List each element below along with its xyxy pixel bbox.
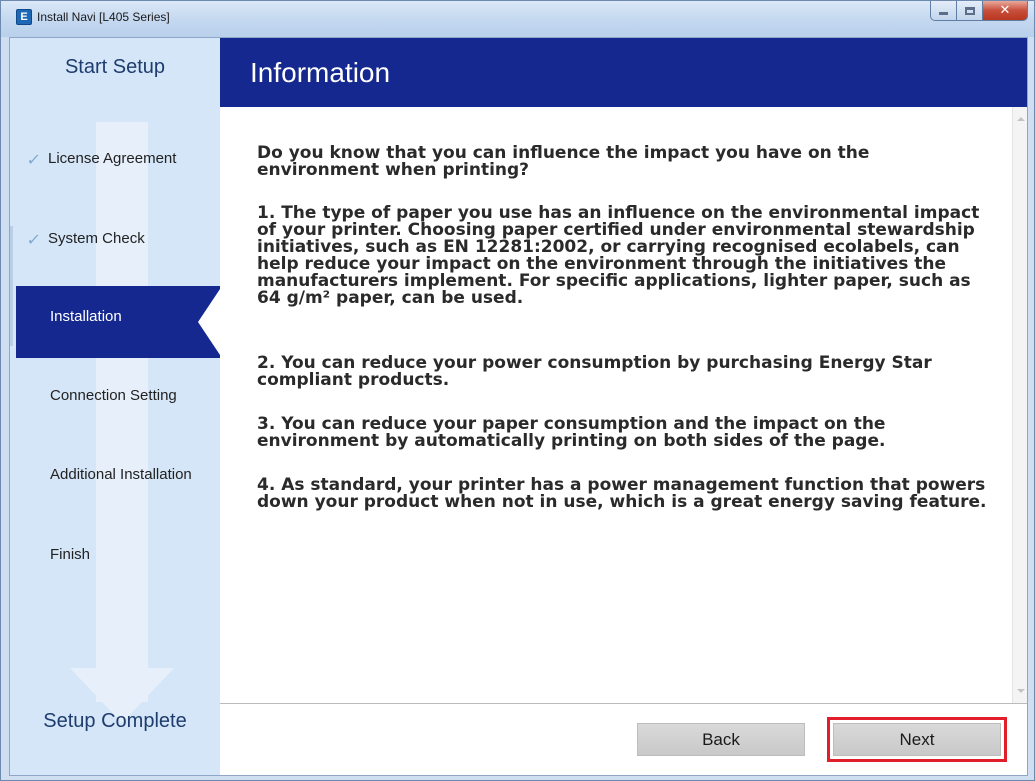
client-area: Start Setup ✓ License Agreement ✓ System… — [9, 37, 1028, 776]
button-bar: Back Next — [220, 703, 1027, 775]
step-installation: Installation — [50, 308, 122, 325]
title-bar[interactable]: E Install Navi [L405 Series] ✕ — [1, 1, 1034, 37]
check-icon: ✓ — [25, 230, 42, 249]
step-license-agreement: License Agreement — [48, 150, 177, 167]
info-paragraph-4: 4. As standard, your printer has a power… — [257, 475, 987, 512]
progress-arrow-icon — [96, 122, 148, 702]
steps-sidebar: Start Setup ✓ License Agreement ✓ System… — [10, 38, 222, 775]
window-controls: ✕ — [930, 1, 1028, 22]
setup-complete-label: Setup Complete — [43, 710, 187, 732]
scroll-up-arrow-icon[interactable] — [1017, 117, 1025, 121]
info-paragraph-1: 1. The type of paper you use has an infl… — [257, 203, 980, 308]
page-header: Information — [220, 38, 1027, 107]
minimize-button[interactable] — [930, 1, 957, 21]
minimize-icon — [939, 12, 948, 15]
close-icon: ✕ — [999, 3, 1011, 18]
vertical-scrollbar[interactable] — [1012, 107, 1027, 703]
page-title: Information — [250, 57, 391, 88]
window-title: Install Navi [L405 Series] — [37, 10, 170, 24]
close-button[interactable]: ✕ — [983, 1, 1028, 21]
maximize-icon — [964, 6, 975, 15]
scroll-down-arrow-icon[interactable] — [1017, 689, 1025, 693]
back-button[interactable]: Back — [637, 723, 805, 756]
maximize-button[interactable] — [957, 1, 983, 21]
intro-paragraph: Do you know that you can influence the i… — [257, 143, 870, 180]
step-system-check: System Check — [48, 230, 145, 247]
information-panel[interactable]: Do you know that you can influence the i… — [220, 107, 1027, 703]
active-step-pointer-icon — [198, 286, 222, 358]
info-paragraph-3: 3. You can reduce your paper consumption… — [257, 414, 886, 451]
step-connection-setting: Connection Setting — [50, 387, 177, 404]
progress-line — [10, 226, 13, 346]
start-setup-label: Start Setup — [64, 56, 166, 78]
step-additional-installation: Additional Installation — [50, 466, 192, 483]
installer-window: E Install Navi [L405 Series] ✕ Start Set… — [0, 0, 1035, 781]
epson-app-icon: E — [16, 9, 32, 25]
step-finish: Finish — [50, 546, 91, 563]
next-button[interactable]: Next — [833, 723, 1001, 756]
info-paragraph-2: 2. You can reduce your power consumption… — [257, 353, 932, 390]
check-icon: ✓ — [25, 150, 42, 169]
